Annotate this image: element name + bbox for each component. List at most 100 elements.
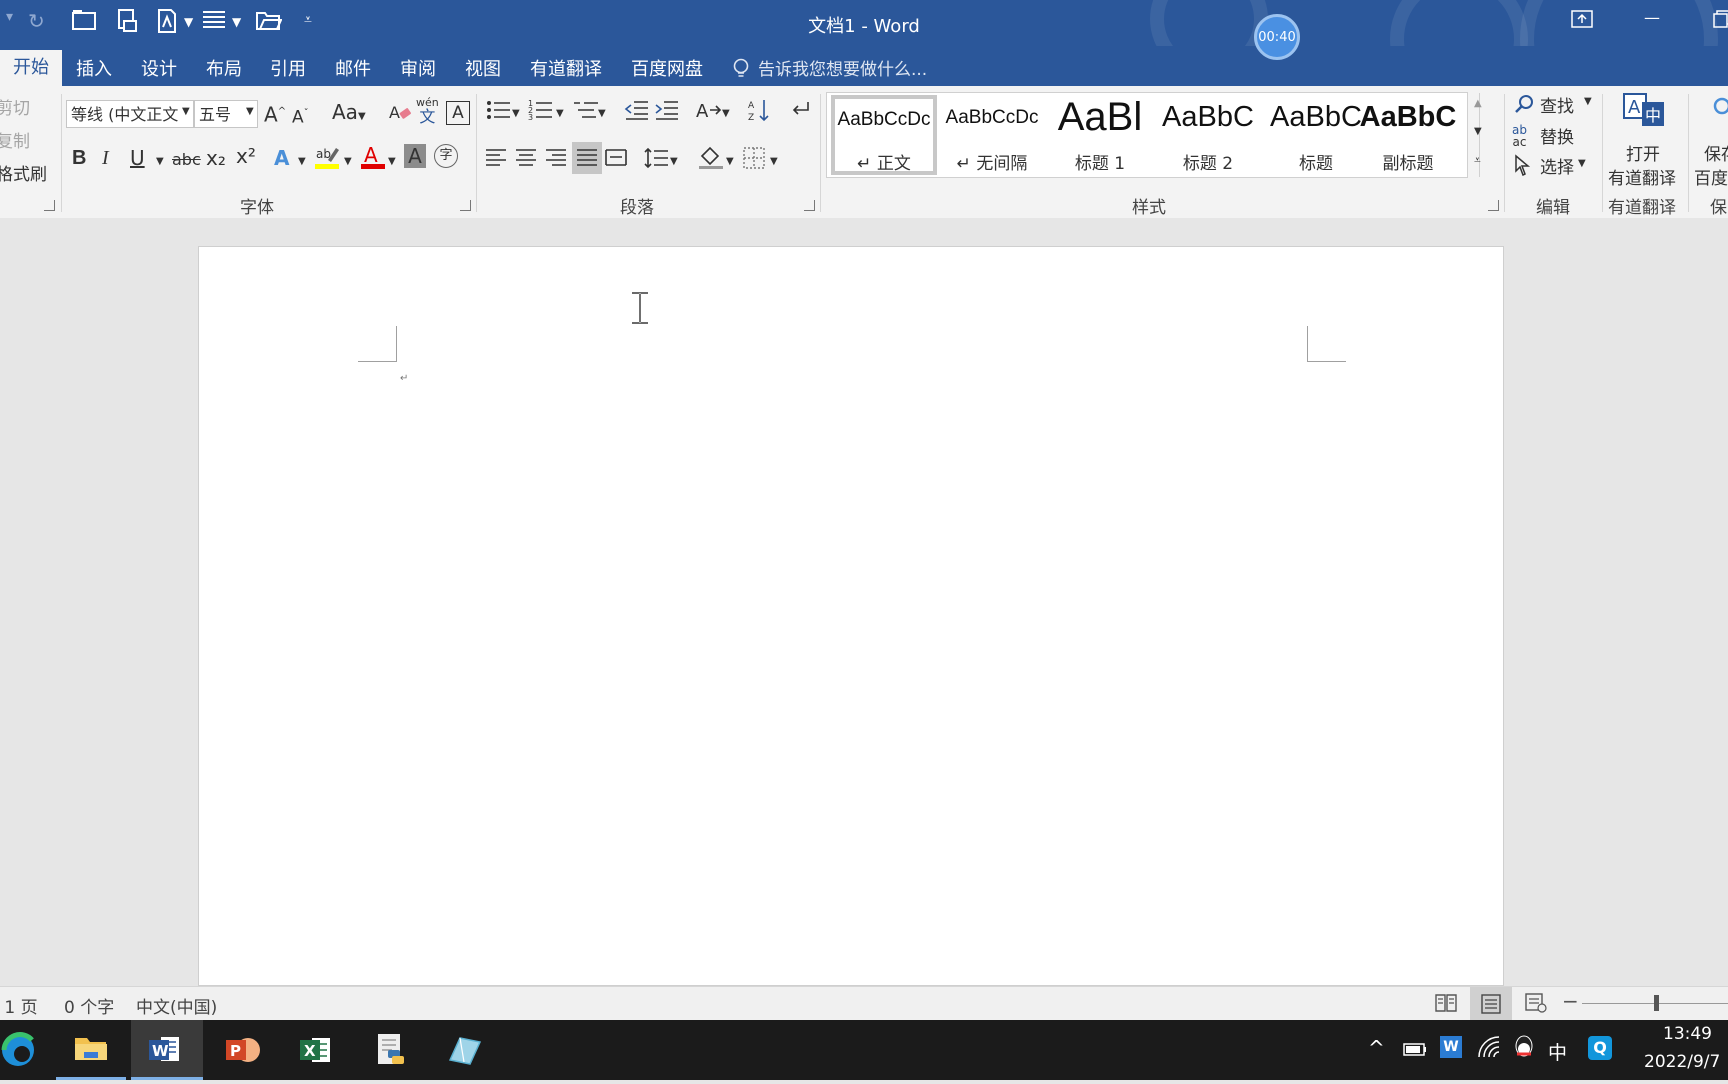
text-effects-icon[interactable]: A — [274, 146, 289, 170]
youdao-open-line1[interactable]: 打开 — [1626, 140, 1660, 165]
paragraph-dialog-launcher[interactable] — [804, 200, 815, 211]
shading-icon[interactable] — [698, 144, 724, 175]
restore-icon[interactable] — [1710, 10, 1728, 34]
bullets-icon[interactable] — [486, 98, 514, 127]
borders-icon[interactable] — [742, 146, 766, 175]
style-heading-2[interactable]: AaBbC 标题 2 — [1155, 93, 1261, 177]
shrink-font-icon[interactable]: Aˇ — [292, 102, 309, 130]
wps-tray-icon[interactable]: W — [1440, 1036, 1462, 1058]
wifi-icon[interactable] — [1476, 1034, 1502, 1064]
enclose-characters-icon[interactable]: 字 — [434, 144, 458, 168]
baidu-save-line1[interactable]: 保存 — [1704, 140, 1728, 165]
clear-formatting-icon[interactable]: A — [388, 100, 412, 129]
document-page[interactable]: ↵ — [198, 246, 1504, 986]
web-layout-icon[interactable] — [1524, 992, 1548, 1019]
underline-button[interactable]: U — [130, 146, 145, 170]
gallery-down-icon[interactable]: ▼ — [1474, 120, 1482, 144]
chevron-down-icon[interactable]: ▼ — [388, 150, 396, 174]
tab-view[interactable]: 视图 — [465, 55, 501, 81]
multilevel-list-icon[interactable] — [572, 98, 600, 127]
phonetic-guide-button[interactable]: wén 文 — [416, 96, 439, 125]
style-normal[interactable]: AaBbCcDc ↵ 正文 — [831, 95, 937, 175]
increase-indent-icon[interactable] — [654, 98, 680, 127]
chevron-down-icon[interactable]: ▼ — [670, 150, 678, 174]
decrease-indent-icon[interactable] — [624, 98, 650, 127]
copy-button[interactable]: 复制 — [0, 127, 30, 152]
character-border-icon[interactable]: A — [446, 101, 470, 125]
edge-icon[interactable] — [0, 1020, 50, 1080]
language-indicator[interactable]: 中文(中国) — [136, 993, 217, 1018]
align-left-icon[interactable] — [484, 146, 508, 175]
qq-tray-icon[interactable] — [1512, 1034, 1536, 1066]
q-tray-icon[interactable]: Q — [1588, 1036, 1612, 1060]
zoom-out-button[interactable]: − — [1562, 989, 1579, 1013]
tab-mailings[interactable]: 邮件 — [335, 55, 371, 81]
format-painter-button[interactable]: 格式刷 — [0, 160, 47, 185]
excel-taskbar-icon[interactable]: X — [282, 1020, 352, 1080]
gallery-up-icon[interactable]: ▲ — [1474, 92, 1482, 116]
clock-date[interactable]: 2022/9/7 — [1620, 1052, 1728, 1072]
show-marks-icon[interactable] — [788, 98, 812, 127]
ribbon-display-options-icon[interactable] — [1570, 10, 1594, 34]
print-layout-icon[interactable] — [1470, 987, 1512, 1021]
style-heading-1[interactable]: AaBl 标题 1 — [1047, 93, 1153, 177]
font-color-icon[interactable]: A — [360, 142, 386, 175]
strikethrough-button[interactable]: abc — [172, 148, 201, 172]
chevron-down-icon[interactable]: ▼ — [1578, 158, 1586, 169]
tab-youdao[interactable]: 有道翻译 — [530, 55, 602, 81]
chevron-down-icon[interactable]: ▼ — [722, 102, 730, 126]
youdao-open-line2[interactable]: 有道翻译 — [1608, 164, 1676, 189]
chevron-down-icon[interactable]: ▼ — [770, 150, 778, 174]
powerpoint-taskbar-icon[interactable]: P — [208, 1020, 278, 1080]
chevron-down-icon[interactable]: ▼ — [556, 102, 564, 126]
clock-time[interactable]: 13:49 — [1620, 1024, 1712, 1044]
tab-insert[interactable]: 插入 — [76, 55, 112, 81]
style-title[interactable]: AaBbC 标题 — [1263, 93, 1369, 177]
tab-review[interactable]: 审阅 — [400, 55, 436, 81]
chevron-down-icon[interactable]: ▼ — [246, 106, 254, 117]
chevron-down-icon[interactable]: ▼ — [598, 102, 606, 126]
find-button[interactable]: 查找 — [1540, 92, 1574, 117]
font-dialog-launcher[interactable] — [460, 200, 471, 211]
line-spacing-icon[interactable] — [644, 146, 670, 175]
zoom-slider-thumb[interactable] — [1654, 995, 1659, 1011]
select-button[interactable]: 选择 — [1540, 153, 1574, 178]
app-taskbar-icon[interactable] — [430, 1020, 500, 1080]
python-idle-icon[interactable] — [356, 1020, 426, 1080]
tab-references[interactable]: 引用 — [270, 55, 306, 81]
tab-baidu[interactable]: 百度网盘 — [631, 55, 703, 81]
page-count[interactable]: 第 1 页 — [0, 993, 38, 1018]
subscript-button[interactable]: x₂ — [206, 146, 226, 170]
tab-design[interactable]: 设计 — [141, 55, 177, 81]
show-hidden-icons[interactable]: ^ — [1368, 1036, 1385, 1060]
font-family-dropdown[interactable]: 等线 (中文正文 — [66, 100, 194, 128]
numbering-icon[interactable]: 123 — [528, 98, 556, 127]
bold-button[interactable]: B — [72, 146, 86, 170]
word-taskbar-icon[interactable]: W — [131, 1020, 203, 1080]
tab-layout[interactable]: 布局 — [206, 55, 242, 81]
chevron-down-icon[interactable]: ▼ — [344, 150, 352, 174]
distributed-icon[interactable] — [604, 146, 628, 175]
highlight-icon[interactable]: ab — [314, 144, 340, 175]
read-mode-icon[interactable] — [1434, 992, 1458, 1019]
align-center-icon[interactable] — [514, 146, 538, 175]
tell-me-search[interactable]: 告诉我您想要做什么... — [758, 55, 927, 80]
gallery-more-icon[interactable]: ⩡ — [1474, 148, 1481, 172]
replace-button[interactable]: 替换 — [1540, 123, 1574, 148]
styles-dialog-launcher[interactable] — [1488, 200, 1499, 211]
chevron-down-icon[interactable]: ▼ — [1584, 96, 1592, 107]
character-shading-icon[interactable]: A — [404, 144, 426, 168]
grow-font-icon[interactable]: A^ — [264, 100, 286, 127]
justify-icon[interactable] — [572, 142, 602, 174]
superscript-button[interactable]: x² — [236, 144, 256, 168]
clipboard-dialog-launcher[interactable] — [44, 200, 55, 211]
italic-button[interactable]: I — [102, 146, 109, 170]
cut-button[interactable]: 剪切 — [0, 94, 30, 119]
baidu-save-line2[interactable]: 百度 — [1694, 164, 1728, 189]
word-count[interactable]: 0 个字 — [64, 993, 114, 1018]
chevron-down-icon[interactable]: ▼ — [298, 150, 306, 174]
chevron-down-icon[interactable]: ▼ — [726, 150, 734, 174]
minimize-icon[interactable]: — — [1640, 8, 1664, 32]
battery-icon[interactable] — [1402, 1038, 1428, 1064]
ime-indicator[interactable]: 中 — [1548, 1038, 1567, 1065]
